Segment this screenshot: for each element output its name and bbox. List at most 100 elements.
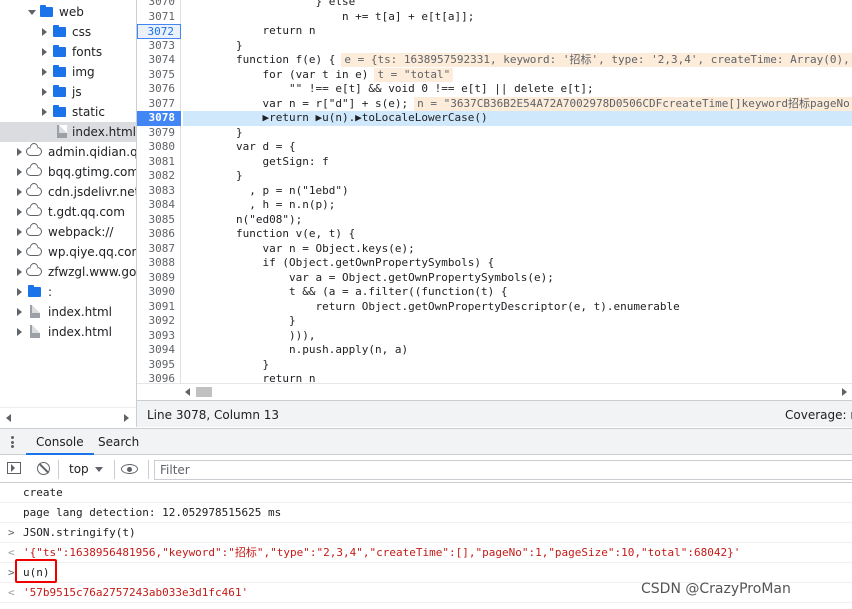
tree-item-file[interactable]: index.html bbox=[0, 122, 136, 142]
filter-input[interactable] bbox=[154, 460, 852, 480]
code-line[interactable]: return Object.getOwnPropertyDescriptor(e… bbox=[183, 300, 852, 315]
code-line[interactable]: , p = n("1ebd") bbox=[183, 184, 852, 199]
expand-right-icon[interactable] bbox=[42, 48, 47, 56]
code-line[interactable]: n += t[a] + e[t[a]]; bbox=[183, 10, 852, 25]
line-number[interactable]: 3082 bbox=[137, 169, 181, 184]
editor-horizontal-scrollbar[interactable] bbox=[137, 383, 852, 399]
line-number[interactable]: 3095 bbox=[137, 358, 181, 373]
code-line[interactable]: return n bbox=[183, 24, 852, 39]
console-message-input[interactable]: > u(n) bbox=[0, 559, 852, 583]
expand-right-icon[interactable] bbox=[17, 248, 22, 256]
code-line[interactable]: var n = r["d"] + s(e); n = "3637CB36B2E54… bbox=[183, 96, 852, 112]
clear-console-icon[interactable] bbox=[37, 462, 50, 475]
code-line[interactable]: var n = Object.keys(e); bbox=[183, 242, 852, 257]
scrollbar-thumb[interactable] bbox=[196, 387, 212, 397]
code-line[interactable]: function f(e) {e = {ts: 1638957592331, k… bbox=[183, 53, 852, 68]
expand-right-icon[interactable] bbox=[17, 308, 22, 316]
scroll-left-icon[interactable] bbox=[6, 414, 11, 422]
line-number[interactable]: 3090 bbox=[137, 285, 181, 300]
tree-item-folder[interactable]: js bbox=[0, 82, 136, 102]
code-line[interactable]: } bbox=[183, 358, 852, 373]
line-number[interactable]: 3070 bbox=[137, 0, 181, 10]
code-line[interactable]: var a = Object.getOwnPropertySymbols(e); bbox=[183, 271, 852, 286]
expand-right-icon[interactable] bbox=[17, 288, 22, 296]
paused-code-line[interactable]: ▶return ▶u(n).▶toLocaleLowerCase() bbox=[183, 111, 852, 126]
line-number[interactable]: 3073 bbox=[137, 39, 181, 54]
expand-right-icon[interactable] bbox=[17, 328, 22, 336]
expand-right-icon[interactable] bbox=[17, 188, 22, 196]
tree-item-folder[interactable]: img bbox=[0, 62, 136, 82]
expand-right-icon[interactable] bbox=[42, 68, 47, 76]
line-number[interactable]: 3083 bbox=[137, 184, 181, 199]
line-number[interactable]: 3087 bbox=[137, 242, 181, 257]
code-line[interactable]: n("ed08"); bbox=[183, 213, 852, 228]
tree-item-cloud[interactable]: admin.qidian.qq. bbox=[0, 142, 136, 162]
line-number[interactable]: 3091 bbox=[137, 300, 181, 315]
code-editor[interactable]: 3070 3071 3072 3073 3074 3075 3076 3077 3078 3079… bbox=[137, 0, 852, 383]
expand-right-icon[interactable] bbox=[42, 88, 47, 96]
scroll-left-icon[interactable] bbox=[185, 388, 190, 396]
tab-search[interactable]: Search bbox=[88, 429, 149, 455]
code-line[interactable]: } bbox=[183, 169, 852, 184]
code-line[interactable]: , h = n.n(p); bbox=[183, 198, 852, 213]
code-line[interactable]: } bbox=[183, 314, 852, 329]
line-number[interactable]: 3096 bbox=[137, 372, 181, 383]
expand-right-icon[interactable] bbox=[17, 228, 22, 236]
console-message-result[interactable]: < '{"ts":1638956481956,"keyword":"招标","ty… bbox=[0, 543, 852, 563]
scroll-right-icon[interactable] bbox=[842, 388, 847, 396]
expand-right-icon[interactable] bbox=[17, 208, 22, 216]
line-number[interactable]: 3071 bbox=[137, 10, 181, 25]
code-line[interactable]: if (Object.getOwnPropertySymbols) { bbox=[183, 256, 852, 271]
line-number[interactable]: 3079 bbox=[137, 126, 181, 141]
expand-right-icon[interactable] bbox=[42, 28, 47, 36]
line-number[interactable]: 3076 bbox=[137, 82, 181, 97]
code-line[interactable]: } bbox=[183, 126, 852, 141]
line-number[interactable]: 3084 bbox=[137, 198, 181, 213]
line-number[interactable]: 3081 bbox=[137, 155, 181, 170]
tree-item-folder[interactable]: static bbox=[0, 102, 136, 122]
line-number[interactable]: 3093 bbox=[137, 329, 181, 344]
live-expression-eye-icon[interactable] bbox=[121, 464, 138, 474]
context-selector[interactable]: top bbox=[63, 460, 109, 479]
console-message-input[interactable]: > JSON.stringify(t) bbox=[0, 523, 852, 543]
tree-item-cloud[interactable]: cdn.jsdelivr.net bbox=[0, 182, 136, 202]
code-line[interactable]: t && (a = a.filter((function(t) { bbox=[183, 285, 852, 300]
code-line[interactable]: "" !== e[t] && void 0 !== e[t] || delete… bbox=[183, 82, 852, 97]
line-number[interactable]: 3094 bbox=[137, 343, 181, 358]
code-line[interactable]: var d = { bbox=[183, 140, 852, 155]
show-sidebar-icon[interactable] bbox=[7, 462, 21, 474]
code-line[interactable]: n.push.apply(n, a) bbox=[183, 343, 852, 358]
tree-item-cloud[interactable]: wp.qiye.qq.com bbox=[0, 242, 136, 262]
line-number[interactable]: 3072 bbox=[137, 24, 181, 39]
tree-item-cloud[interactable]: zfwzgl.www.gov. bbox=[0, 262, 136, 282]
tree-item-file[interactable]: index.html bbox=[0, 322, 136, 342]
line-number[interactable]: 3080 bbox=[137, 140, 181, 155]
tree-item-cloud[interactable]: t.gdt.qq.com bbox=[0, 202, 136, 222]
code-line[interactable]: function v(e, t) { bbox=[183, 227, 852, 242]
expand-right-icon[interactable] bbox=[17, 168, 22, 176]
expand-down-icon[interactable] bbox=[28, 10, 36, 15]
tree-item-cloud[interactable]: webpack:// bbox=[0, 222, 136, 242]
code-line[interactable]: } bbox=[183, 39, 852, 54]
tree-item-folder[interactable]: css bbox=[0, 22, 136, 42]
tab-console[interactable]: Console bbox=[26, 429, 94, 455]
expand-right-icon[interactable] bbox=[17, 148, 22, 156]
code-line[interactable]: return n bbox=[183, 372, 852, 383]
tree-horizontal-scrollbar[interactable] bbox=[0, 407, 136, 427]
code-line[interactable]: ))), bbox=[183, 329, 852, 344]
tree-item-folder[interactable]: web bbox=[0, 2, 136, 22]
expand-right-icon[interactable] bbox=[42, 108, 47, 116]
code-line[interactable]: getSign: f bbox=[183, 155, 852, 170]
code-line[interactable]: } else bbox=[183, 0, 852, 10]
code-line[interactable]: for (var t in e) t = "total" bbox=[183, 67, 852, 83]
line-number[interactable]: 3086 bbox=[137, 227, 181, 242]
more-menu-icon[interactable] bbox=[11, 436, 15, 448]
line-number[interactable]: 3088 bbox=[137, 256, 181, 271]
tree-item-folder[interactable]: fonts bbox=[0, 42, 136, 62]
coverage-status[interactable]: Coverage: n/ bbox=[785, 408, 852, 422]
console-message-log[interactable]: page lang detection: 12.052978515625 ms bbox=[0, 503, 852, 523]
scroll-right-icon[interactable] bbox=[124, 414, 129, 422]
line-number[interactable]: 3085 bbox=[137, 213, 181, 228]
expand-right-icon[interactable] bbox=[17, 268, 22, 276]
tree-item-cloud[interactable]: bqq.gtimg.com bbox=[0, 162, 136, 182]
